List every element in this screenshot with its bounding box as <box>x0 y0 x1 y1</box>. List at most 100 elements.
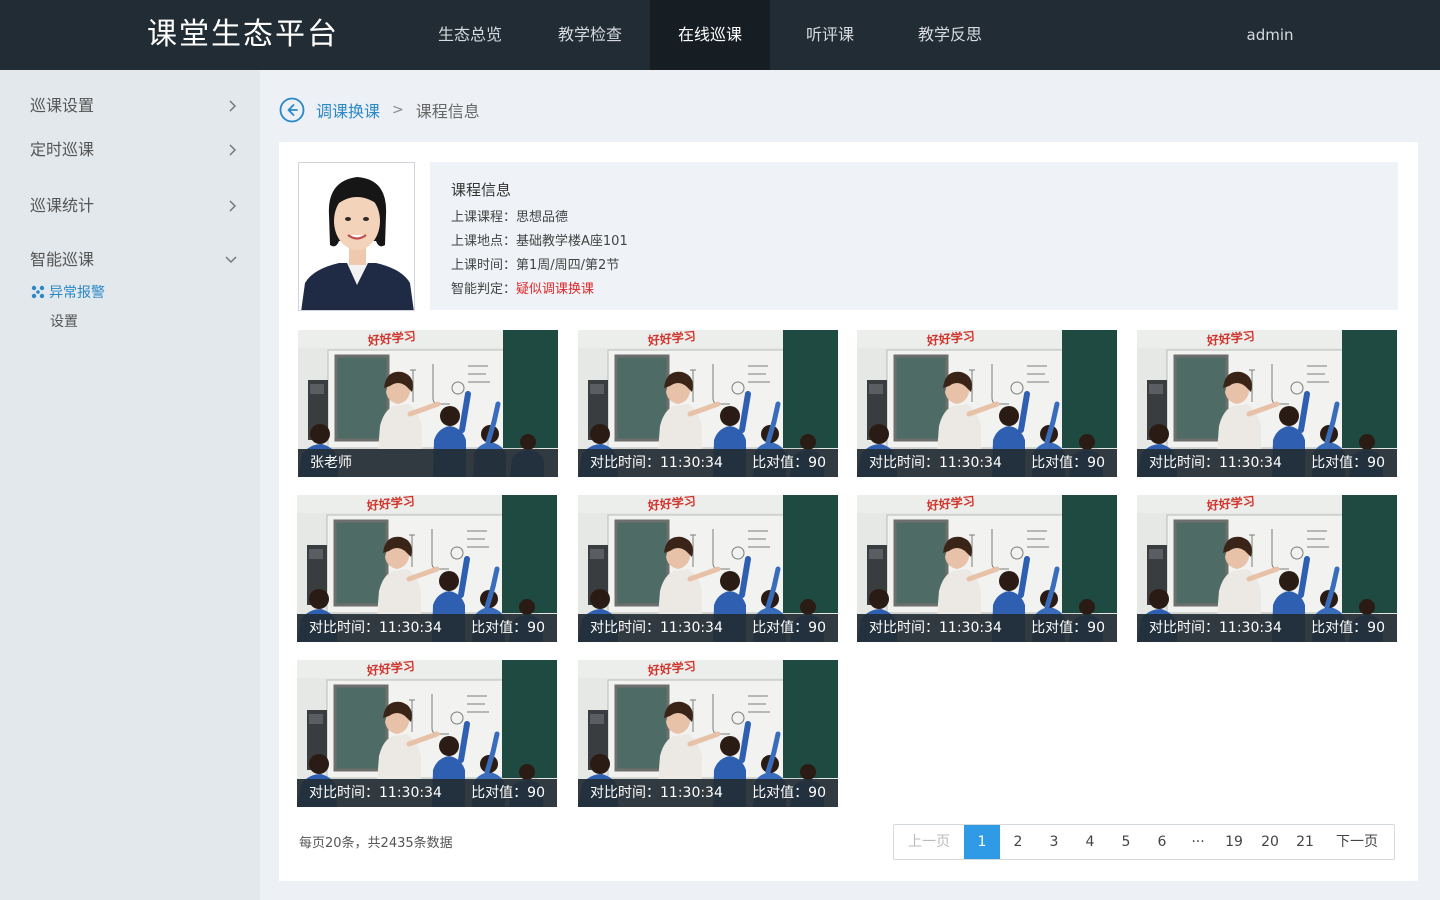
compare-thumbnail[interactable]: 好好学习 对比时间：11:30:34 比对值：90 <box>578 660 838 807</box>
prev-page-button[interactable]: 上一页 <box>894 825 964 859</box>
breadcrumb: 调课换课 > 课程信息 <box>279 96 480 124</box>
compare-time: 对比时间：11:30:34 <box>1149 455 1282 471</box>
page-button-1[interactable]: 1 <box>964 825 1000 859</box>
sidebar-item-label: 巡课统计 <box>30 196 95 215</box>
thumbnail-caption: 对比时间：11:30:34 比对值：90 <box>578 779 838 807</box>
chevron-right-icon <box>229 191 237 212</box>
chevron-right-icon <box>229 135 237 156</box>
sidebar-subitem-label: 设置 <box>50 314 78 330</box>
compare-thumbnail[interactable]: 好好学习 对比时间：11:30:34 比对值：90 <box>1137 330 1397 477</box>
nav-teaching-reflection[interactable]: 教学反思 <box>890 0 1010 70</box>
sidebar-item-label: 智能巡课 <box>30 250 95 269</box>
breadcrumb-parent-link[interactable]: 调课换课 <box>316 98 380 122</box>
compare-thumbnail[interactable]: 好好学习 对比时间：11:30:34 比对值：90 <box>578 330 838 477</box>
compare-score: 比对值：90 <box>1031 620 1105 636</box>
info-label: 上课地点： <box>451 234 517 249</box>
compare-time: 对比时间：11:30:34 <box>1149 620 1282 636</box>
teacher-reference-thumbnail[interactable]: 好好学习 张老师 <box>298 330 558 477</box>
nav-teaching-check[interactable]: 教学检查 <box>530 0 650 70</box>
nav-lesson-evaluation[interactable]: 听评课 <box>770 0 890 70</box>
chevron-down-icon <box>225 245 237 264</box>
compare-thumbnail[interactable]: 好好学习 对比时间：11:30:34 比对值：90 <box>857 330 1117 477</box>
compare-score: 比对值：90 <box>1311 620 1385 636</box>
nav-ecology-overview[interactable]: 生态总览 <box>410 0 530 70</box>
compare-score: 比对值：90 <box>471 620 545 636</box>
compare-time: 对比时间：11:30:34 <box>590 785 723 801</box>
sidebar-item-timed-patrol[interactable]: 定时巡课 <box>30 135 245 165</box>
chevron-right-icon <box>229 91 237 112</box>
sidebar-item-smart-patrol[interactable]: 智能巡课 <box>30 245 245 275</box>
page-button-6[interactable]: 6 <box>1144 825 1180 859</box>
info-course: 上课课程：思想品德 <box>451 208 568 228</box>
info-judgement: 智能判定：疑似调课换课 <box>451 280 594 300</box>
page-button-19[interactable]: 19 <box>1216 825 1252 859</box>
compare-thumbnail[interactable]: 好好学习 对比时间：11:30:34 比对值：90 <box>297 495 557 642</box>
cluster-icon <box>31 285 45 299</box>
user-menu[interactable]: admin <box>1230 0 1310 70</box>
info-label: 上课课程： <box>451 210 517 225</box>
compare-thumbnail[interactable]: 好好学习 对比时间：11:30:34 比对值：90 <box>578 495 838 642</box>
compare-score: 比对值：90 <box>1031 455 1105 471</box>
sidebar: 巡课设置 定时巡课 巡课统计 智能巡课 异常报警 设置 <box>0 70 260 900</box>
compare-thumbnail[interactable]: 好好学习 对比时间：11:30:34 比对值：90 <box>1137 495 1397 642</box>
nav-online-patrol[interactable]: 在线巡课 <box>650 0 770 70</box>
compare-time: 对比时间：11:30:34 <box>869 455 1002 471</box>
thumbnail-caption: 张老师 <box>298 449 558 477</box>
sidebar-item-label: 定时巡课 <box>30 140 95 159</box>
thumbnail-caption: 对比时间：11:30:34 比对值：90 <box>578 449 838 477</box>
app-logo-title: 课堂生态平台 <box>147 17 339 52</box>
compare-score: 比对值：90 <box>752 455 826 471</box>
compare-score: 比对值：90 <box>471 785 545 801</box>
pagination-summary: 每页20条，共2435条数据 <box>299 836 453 851</box>
info-judgement-value: 疑似调课换课 <box>516 282 595 297</box>
sidebar-item-patrol-statistics[interactable]: 巡课统计 <box>30 191 245 221</box>
compare-time: 对比时间：11:30:34 <box>590 620 723 636</box>
thumbnail-caption: 对比时间：11:30:34 比对值：90 <box>578 614 838 642</box>
content-panel: 课程信息 上课课程：思想品德 上课地点：基础教学楼A座101 上课时间：第1周/… <box>279 142 1418 881</box>
page-button-3[interactable]: 3 <box>1036 825 1072 859</box>
info-location: 上课地点：基础教学楼A座101 <box>451 232 628 252</box>
thumbnail-caption: 对比时间：11:30:34 比对值：90 <box>297 614 557 642</box>
breadcrumb-current: 课程信息 <box>415 102 480 121</box>
compare-time: 对比时间：11:30:34 <box>869 620 1002 636</box>
info-value: 思想品德 <box>516 210 569 225</box>
thumbnail-caption: 对比时间：11:30:34 比对值：90 <box>297 779 557 807</box>
info-value: 第1周/周四/第2节 <box>516 258 620 273</box>
pagination: 上一页 1 2 3 4 5 6 ··· 19 20 21 下一页 <box>893 824 1395 860</box>
info-value: 基础教学楼A座101 <box>516 234 628 249</box>
info-label: 上课时间： <box>451 258 517 273</box>
course-info-card: 课程信息 上课课程：思想品德 上课地点：基础教学楼A座101 上课时间：第1周/… <box>430 162 1398 310</box>
compare-time: 对比时间：11:30:34 <box>309 785 442 801</box>
back-arrow-circle-icon[interactable] <box>279 97 305 123</box>
page-button-21[interactable]: 21 <box>1288 825 1322 859</box>
thumbnail-caption: 对比时间：11:30:34 比对值：90 <box>857 449 1117 477</box>
sidebar-subitem-anomaly-alarm[interactable]: 异常报警 <box>31 282 105 304</box>
page-ellipsis: ··· <box>1191 834 1205 850</box>
page-button-4[interactable]: 4 <box>1072 825 1108 859</box>
thumbnail-caption: 对比时间：11:30:34 比对值：90 <box>857 614 1117 642</box>
page-button-20[interactable]: 20 <box>1252 825 1288 859</box>
compare-thumbnail[interactable]: 好好学习 对比时间：11:30:34 比对值：90 <box>857 495 1117 642</box>
sidebar-subitem-label: 异常报警 <box>49 285 105 301</box>
main-nav: 生态总览 教学检查 在线巡课 听评课 教学反思 <box>410 0 1010 70</box>
compare-score: 比对值：90 <box>752 785 826 801</box>
compare-score: 比对值：90 <box>1311 455 1385 471</box>
sidebar-item-patrol-settings[interactable]: 巡课设置 <box>30 91 245 121</box>
compare-thumbnail[interactable]: 好好学习 对比时间：11:30:34 比对值：90 <box>297 660 557 807</box>
sidebar-subitem-settings[interactable]: 设置 <box>50 311 78 333</box>
top-navigation-bar: 课堂生态平台 生态总览 教学检查 在线巡课 听评课 教学反思 admin <box>0 0 1440 70</box>
thumbnail-caption: 对比时间：11:30:34 比对值：90 <box>1137 449 1397 477</box>
compare-time: 对比时间：11:30:34 <box>309 620 442 636</box>
compare-score: 比对值：90 <box>752 620 826 636</box>
thumbnail-caption: 对比时间：11:30:34 比对值：90 <box>1137 614 1397 642</box>
teacher-name-caption: 张老师 <box>310 455 352 471</box>
page-button-2[interactable]: 2 <box>1000 825 1036 859</box>
info-time: 上课时间：第1周/周四/第2节 <box>451 256 619 276</box>
breadcrumb-separator: > <box>392 102 404 118</box>
info-label: 智能判定： <box>451 282 517 297</box>
next-page-button[interactable]: 下一页 <box>1322 825 1392 859</box>
page-button-5[interactable]: 5 <box>1108 825 1144 859</box>
sidebar-item-label: 巡课设置 <box>30 96 95 115</box>
course-info-title: 课程信息 <box>451 181 512 199</box>
compare-time: 对比时间：11:30:34 <box>590 455 723 471</box>
